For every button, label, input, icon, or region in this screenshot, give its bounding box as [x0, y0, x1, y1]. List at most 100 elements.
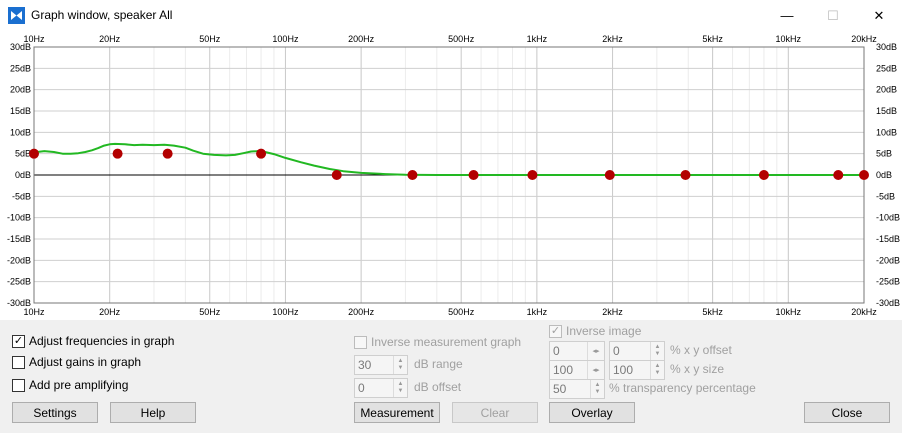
eq-control-point[interactable] [29, 148, 39, 159]
freq-tick-label-bottom: 2kHz [602, 307, 623, 317]
eq-control-point[interactable] [680, 170, 691, 180]
freq-tick-label-top: 20Hz [99, 34, 121, 44]
x-size-stepper: 100 ◂▸ [549, 360, 605, 380]
db-tick-label-left: 20dB [10, 85, 31, 95]
xy-offset-label: % x y offset [670, 343, 732, 357]
eq-control-point[interactable] [112, 148, 123, 159]
y-offset-stepper: 0 ▲ ▼ [609, 341, 665, 361]
freq-tick-label-top: 2kHz [602, 34, 623, 44]
y-size-stepper: 100 ▲ ▼ [609, 360, 665, 380]
freq-tick-label-top: 100Hz [272, 34, 299, 44]
freq-tick-label-top: 50Hz [199, 34, 221, 44]
db-range-label: dB range [414, 357, 463, 371]
freq-tick-label-bottom: 20kHz [851, 307, 877, 317]
clear-button: Clear [452, 402, 538, 423]
db-tick-label-left: -5dB [12, 191, 31, 201]
inverse-image-checkbox: ✓ Inverse image [549, 324, 641, 338]
db-tick-label-right: 15dB [876, 106, 897, 116]
overlay-button[interactable]: Overlay [549, 402, 635, 423]
freq-tick-label-bottom: 50Hz [199, 307, 221, 317]
close-button[interactable]: Close [804, 402, 890, 423]
transparency-value: 50 [553, 382, 567, 396]
db-range-value: 30 [358, 358, 372, 372]
eq-control-point[interactable] [468, 170, 479, 180]
eq-control-point[interactable] [859, 170, 869, 180]
checkbox-box[interactable] [12, 378, 25, 392]
x-size-value: 100 [553, 363, 574, 377]
eq-control-point[interactable] [604, 170, 615, 180]
adjust-frequencies-checkbox[interactable]: ✓ Adjust frequencies in graph [12, 334, 174, 348]
settings-button[interactable]: Settings [12, 402, 98, 423]
freq-tick-label-bottom: 200Hz [348, 307, 375, 317]
db-tick-label-left: 25dB [10, 63, 31, 73]
checkbox-label: Inverse measurement graph [371, 335, 522, 349]
freq-tick-label-top: 1kHz [527, 34, 548, 44]
freq-tick-label-top: 10kHz [776, 34, 802, 44]
xy-size-label: % x y size [670, 362, 725, 376]
db-tick-label-left: 5dB [15, 149, 31, 159]
db-offset-value: 0 [358, 381, 365, 395]
db-tick-label-left: -30dB [7, 298, 31, 308]
y-offset-value: 0 [613, 344, 620, 358]
db-tick-label-right: -15dB [876, 234, 900, 244]
x-offset-stepper: 0 ◂▸ [549, 341, 605, 361]
title-bar: Graph window, speaker All — ☐ ✕ [0, 0, 902, 31]
close-window-button[interactable]: ✕ [856, 0, 902, 31]
transparency-stepper: 50 ▲ ▼ [549, 379, 605, 399]
freq-tick-label-bottom: 1kHz [527, 307, 548, 317]
checkbox-label: Adjust gains in graph [29, 355, 142, 369]
eq-control-point[interactable] [162, 148, 173, 159]
db-tick-label-left: -10dB [7, 213, 31, 223]
db-tick-label-left: 15dB [10, 106, 31, 116]
db-tick-label-right: 20dB [876, 85, 897, 95]
spin-arrows-icon: ▲ ▼ [393, 356, 407, 374]
db-tick-label-left: -20dB [7, 255, 31, 265]
db-tick-label-left: 30dB [10, 42, 31, 52]
db-tick-label-left: 0dB [15, 170, 31, 180]
minimize-button[interactable]: — [764, 0, 810, 31]
db-tick-label-right: 10dB [876, 127, 897, 137]
checkbox-box [354, 335, 367, 349]
adjust-gains-checkbox[interactable]: Adjust gains in graph [12, 355, 141, 369]
checkbox-box: ✓ [549, 324, 562, 338]
db-range-stepper: 30 ▲ ▼ [354, 355, 408, 375]
pre-amplifying-checkbox[interactable]: Add pre amplifying [12, 378, 128, 392]
spin-arrows-icon: ▲ ▼ [650, 342, 664, 360]
frequency-response-graph[interactable]: 10Hz10Hz20Hz20Hz50Hz50Hz100Hz100Hz200Hz2… [0, 31, 902, 320]
checkbox-box[interactable] [12, 355, 25, 369]
help-button[interactable]: Help [110, 402, 196, 423]
eq-control-point[interactable] [833, 170, 844, 180]
freq-tick-label-bottom: 100Hz [272, 307, 299, 317]
eq-control-point[interactable] [331, 170, 342, 180]
db-tick-label-right: 5dB [876, 149, 892, 159]
db-tick-label-left: -15dB [7, 234, 31, 244]
measurement-button[interactable]: Measurement [354, 402, 440, 423]
checkbox-label: Inverse image [566, 324, 642, 338]
freq-tick-label-bottom: 10Hz [23, 307, 45, 317]
db-tick-label-left: 10dB [10, 127, 31, 137]
response-curve [33, 142, 864, 176]
freq-tick-label-top: 500Hz [448, 34, 475, 44]
db-tick-label-left: -25dB [7, 277, 31, 287]
eq-control-point[interactable] [256, 148, 267, 159]
checkbox-label: Add pre amplifying [29, 378, 129, 392]
spin-left-right-icon: ◂▸ [587, 342, 604, 360]
db-tick-label-right: -25dB [876, 277, 900, 287]
close-icon: ✕ [873, 7, 885, 23]
x-offset-value: 0 [553, 344, 560, 358]
db-tick-label-right: -10dB [876, 213, 900, 223]
eq-control-point[interactable] [407, 170, 418, 180]
transparency-label: % transparency percentage [609, 381, 756, 395]
db-offset-label: dB offset [414, 380, 462, 394]
checkbox-label: Adjust frequencies in graph [29, 334, 175, 348]
eq-control-point[interactable] [758, 170, 769, 180]
graph-panel[interactable]: 10Hz 10Hz 20Hz 20Hz 50Hz 50Hz 100Hz 100Hz 200Hz 2… [0, 31, 902, 320]
eq-control-point[interactable] [527, 170, 538, 180]
db-tick-label-right: 25dB [876, 63, 897, 73]
checkbox-box[interactable]: ✓ [12, 334, 25, 348]
app-icon [8, 7, 25, 24]
freq-tick-label-bottom: 5kHz [702, 307, 723, 317]
freq-tick-label-bottom: 20Hz [99, 307, 121, 317]
spin-arrows-icon: ▲ ▼ [393, 379, 407, 397]
spin-arrows-icon: ▲ ▼ [590, 380, 604, 398]
